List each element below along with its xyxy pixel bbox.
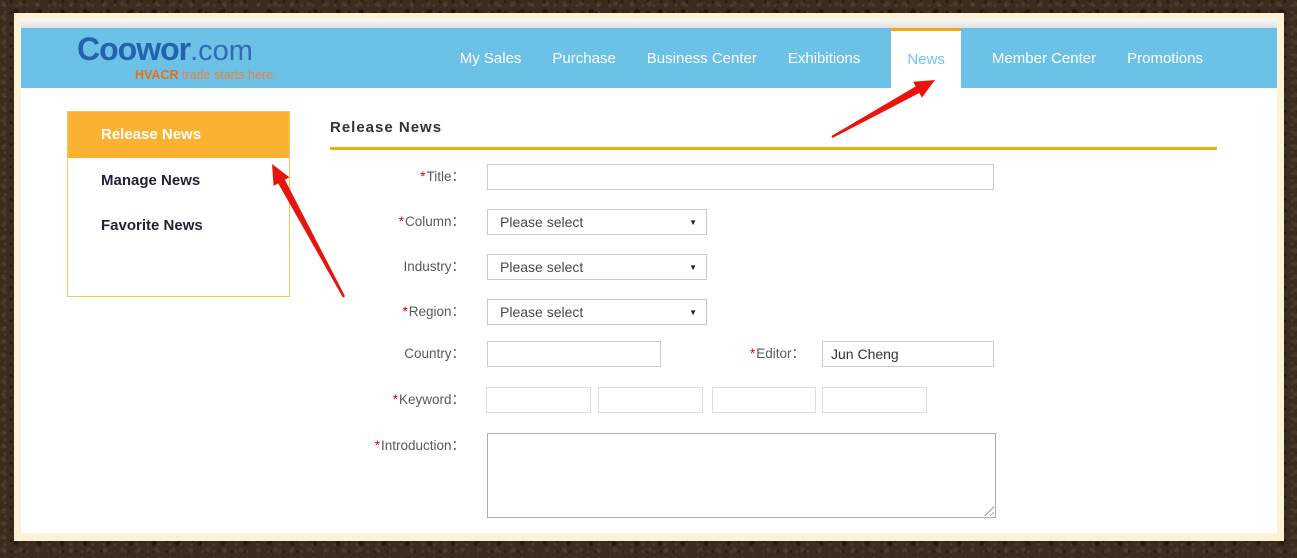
keyword-input-4[interactable] [822,387,927,413]
keyword-input-3[interactable] [712,387,816,413]
page-title: Release News [330,119,442,136]
industry-label: Industry： [295,254,465,280]
nav-item-exhibitions[interactable]: Exhibitions [788,50,861,67]
brand-tagline-rest: trade starts here. [179,68,277,82]
keyword-label: *Keyword： [295,387,465,413]
column-select[interactable]: Please select ▼ [487,209,707,235]
brand-text: Coowor.com [77,31,253,68]
required-asterisk: * [420,169,425,184]
industry-select[interactable]: Please select ▼ [487,254,707,280]
title-input[interactable] [487,164,994,190]
keyword-input-1[interactable] [486,387,591,413]
page-content: Coowor.com HVACR trade starts here. My S… [21,19,1277,533]
chevron-down-icon: ▼ [689,309,697,317]
brand-tagline: HVACR trade starts here. [135,68,277,82]
title-label-text: Title： [426,169,465,184]
brand-main: Coowor [77,31,190,67]
nav-item-member-center[interactable]: Member Center [992,50,1096,67]
required-asterisk: * [399,214,404,229]
region-select-value: Please select [500,304,583,320]
sidebar-item-favorite-news[interactable]: Favorite News [68,203,289,248]
brand-tagline-bold: HVACR [135,68,179,82]
introduction-textarea[interactable] [487,433,996,518]
top-strip [21,19,1277,28]
app-header: Coowor.com HVACR trade starts here. My S… [21,28,1277,88]
title-label: *Title： [295,164,465,190]
nav-item-my-sales[interactable]: My Sales [460,50,522,67]
keyword-label-text: Keyword： [399,392,465,407]
column-label: *Column： [295,209,465,235]
region-label-text: Region： [409,304,465,319]
editor-label-text: Editor： [756,346,805,361]
main-nav: My Sales Purchase Business Center Exhibi… [460,28,1277,88]
region-label: *Region： [295,299,465,325]
nav-item-purchase[interactable]: Purchase [552,50,615,67]
required-asterisk: * [393,392,398,407]
industry-select-value: Please select [500,259,583,275]
chevron-down-icon: ▼ [689,264,697,272]
nav-item-business-center[interactable]: Business Center [647,50,757,67]
news-sidebar: Release News Manage News Favorite News [67,111,290,297]
introduction-label: *Introduction： [295,433,465,459]
chevron-down-icon: ▼ [689,219,697,227]
required-asterisk: * [402,304,407,319]
required-asterisk: * [375,438,380,453]
editor-input[interactable] [822,341,994,367]
column-label-text: Column： [405,214,465,229]
heading-divider [330,147,1217,150]
keyword-input-2[interactable] [598,387,703,413]
editor-label: *Editor： [635,341,805,367]
sidebar-item-manage-news[interactable]: Manage News [68,158,289,203]
country-label-text: Country： [404,346,465,361]
region-select[interactable]: Please select ▼ [487,299,707,325]
brand-logo[interactable]: Coowor.com HVACR trade starts here. [77,31,317,85]
nav-item-promotions[interactable]: Promotions [1127,50,1203,67]
country-label: Country： [295,341,465,367]
column-select-value: Please select [500,214,583,230]
brand-suffix: .com [190,35,253,67]
sidebar-item-release-news[interactable]: Release News [68,112,289,158]
page-frame: Coowor.com HVACR trade starts here. My S… [14,13,1284,541]
industry-label-text: Industry： [403,259,465,274]
introduction-label-text: Introduction： [381,438,465,453]
tab-news-active[interactable]: News [891,28,961,88]
required-asterisk: * [750,346,755,361]
